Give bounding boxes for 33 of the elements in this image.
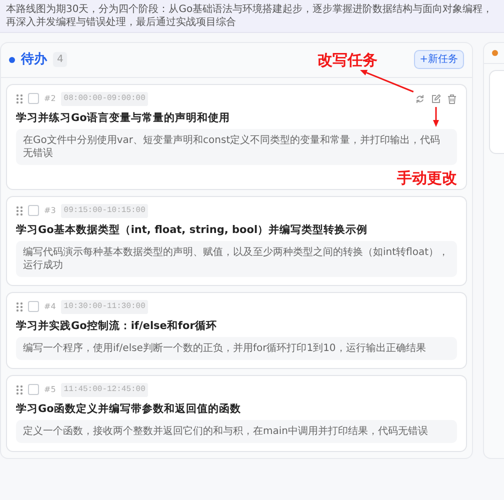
task-number: #4 xyxy=(44,300,56,312)
task-title: 学习并实践Go控制流：if/else和for循环 xyxy=(16,318,218,332)
checkbox[interactable] xyxy=(28,205,39,216)
drag-handle-icon[interactable] xyxy=(16,206,23,216)
task-description: 在Go文件中分别使用var、短变量声明和const定义不同类型的变量和常量，并打印输出，代码无错误 xyxy=(16,128,457,164)
checkbox[interactable] xyxy=(28,384,39,395)
count-badge: 4 xyxy=(53,52,68,68)
column-title: 待办 xyxy=(21,51,47,69)
task-description: 编写一个程序，使用if/else判断一个数的正负，并用for循环打印1到10，运行输出正确结果 xyxy=(16,336,457,360)
annotation-text: 手动更改 xyxy=(397,168,457,186)
drag-handle-icon[interactable] xyxy=(16,94,23,104)
checkbox[interactable] xyxy=(28,93,39,104)
annotation-text: 改写任务 xyxy=(318,50,378,69)
edit-icon[interactable] xyxy=(431,94,441,104)
task-title: 学习Go基本数据类型（int, float, string, bool）并编写类型转换示例 xyxy=(16,222,369,236)
time-range: 10:30:00-11:30:00 xyxy=(60,300,148,314)
drag-handle-icon[interactable] xyxy=(16,384,23,394)
task-title: 学习并练习Go语言变量与常量的声明和使用 xyxy=(16,110,231,124)
task-description: 定义一个函数，接收两个整数并返回它们的和与积，在main中调用并打印结果，代码无错误 xyxy=(16,420,457,442)
task-description: 编写代码演示每种基本数据类型的声明、赋值，以及至少两种类型之间的转换（如int转float），运行成功 xyxy=(16,240,457,276)
time-range: 11:45:00-12:45:00 xyxy=(60,382,148,396)
task-number: #2 xyxy=(44,92,56,104)
refresh-icon[interactable] xyxy=(415,94,425,104)
new-task-button[interactable]: +新任务 xyxy=(414,50,464,70)
banner-text: 本路线图为期30天，分为四个阶段：从Go基础语法与环境搭建起步，逐步掌握进阶数据结构与面向对象编程，再深入并发编程与错误处理，最后通过实战项目综合 xyxy=(0,0,504,33)
time-range: 08:00:00-09:00:00 xyxy=(60,92,148,106)
drag-handle-icon[interactable] xyxy=(16,302,23,312)
trash-icon[interactable] xyxy=(447,94,457,104)
time-range: 09:15:00-10:15:00 xyxy=(60,204,148,218)
task-title: 学习Go函数定义并编写带参数和返回值的函数 xyxy=(16,402,242,416)
task-number: #3 xyxy=(44,204,56,216)
checkbox[interactable] xyxy=(28,301,39,312)
task-number: #5 xyxy=(44,384,56,396)
